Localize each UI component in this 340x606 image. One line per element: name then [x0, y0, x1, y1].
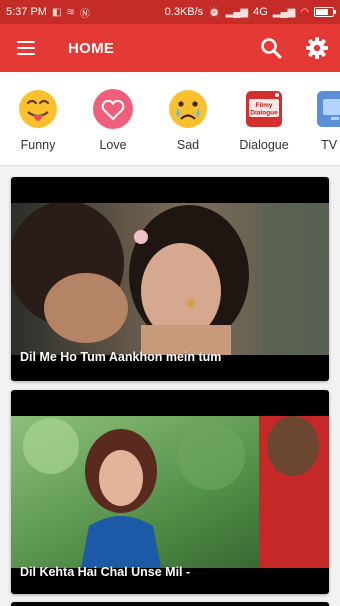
- battery-icon: [314, 7, 336, 17]
- search-button[interactable]: [248, 24, 294, 72]
- category-label: Funny: [20, 138, 56, 152]
- category-label: TV S: [321, 138, 340, 152]
- video-thumbnail: [11, 201, 329, 355]
- settings-button[interactable]: [294, 24, 340, 72]
- video-thumbnail: [11, 416, 329, 568]
- category-sad[interactable]: Sad: [157, 88, 219, 152]
- video-card[interactable]: Dil Kehta Hai Chal Unse Mil -: [11, 390, 329, 594]
- app-bar: HOME: [0, 24, 340, 72]
- alarm-icon: ⏰: [208, 6, 221, 18]
- filmy-dialogue-icon: Filmy Dialogue: [243, 88, 285, 130]
- menu-button[interactable]: [0, 24, 52, 72]
- category-strip: Funny Love Sad Filmy Dialogue Dialogue T…: [0, 72, 340, 166]
- crying-emoji-icon: [167, 88, 209, 130]
- category-label: Dialogue: [239, 138, 289, 152]
- category-tv-serials[interactable]: TV S: [304, 88, 340, 152]
- tongue-out-emoji-icon: [17, 88, 59, 130]
- status-time: 5:37 PM: [6, 6, 47, 18]
- video-title: Dil Me Ho Tum Aankhon mein tum: [20, 350, 222, 364]
- svg-text:Dialogue: Dialogue: [250, 110, 278, 117]
- signal-icon: ▂▄▆: [225, 6, 249, 18]
- category-funny[interactable]: Funny: [7, 88, 69, 152]
- signal-icon-2: ▂▄▆: [272, 6, 296, 18]
- video-feed: Dil Me Ho Tum Aankhon mein tum Dil Kehta…: [0, 166, 340, 606]
- page-title: HOME: [68, 39, 115, 57]
- hamburger-menu-icon: [17, 41, 35, 55]
- network-type: 4G: [253, 6, 268, 18]
- gear-icon: [306, 37, 328, 59]
- status-bar: 5:37 PM ◧ ≋ Ⓝ 0.3KB/s ⏰ ▂▄▆ 4G ▂▄▆ ◠: [0, 0, 340, 24]
- wifi-icon: ◠: [300, 6, 309, 18]
- category-dialogue[interactable]: Filmy Dialogue Dialogue: [233, 88, 295, 152]
- category-love[interactable]: Love: [82, 88, 144, 152]
- video-title: Dil Kehta Hai Chal Unse Mil -: [20, 565, 191, 579]
- category-label: Love: [99, 138, 127, 152]
- search-icon: [261, 38, 282, 59]
- network-speed: 0.3KB/s: [164, 6, 204, 18]
- heart-icon: [92, 88, 134, 130]
- category-label: Sad: [176, 138, 200, 152]
- wifi-alert-icon: ≋: [66, 6, 75, 18]
- video-card[interactable]: Dil Me Ho Tum Aankhon mein tum: [11, 177, 329, 381]
- notification-icon: ◧: [51, 6, 62, 18]
- app-notification-icon: Ⓝ: [79, 8, 90, 20]
- svg-text:Filmy: Filmy: [256, 102, 273, 109]
- tv-icon: [314, 88, 340, 130]
- video-card[interactable]: [11, 602, 329, 606]
